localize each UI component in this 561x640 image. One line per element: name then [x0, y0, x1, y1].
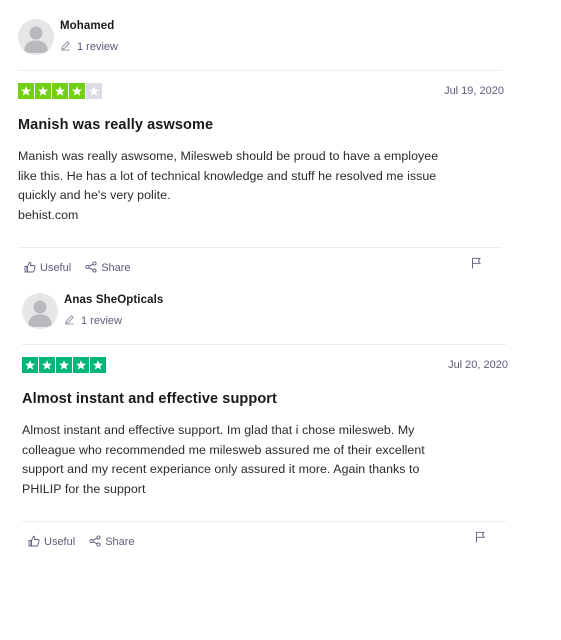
review-count: 1 review [64, 314, 163, 328]
review-title[interactable]: Almost instant and effective support [22, 391, 508, 407]
share-button[interactable]: Share [85, 261, 131, 276]
review-body-line: Manish was really aswsome, Milesweb shou… [18, 149, 439, 163]
star-icon [35, 83, 51, 99]
review-actions: Useful Share [18, 256, 504, 280]
star-icon [90, 357, 106, 373]
share-icon [89, 535, 105, 550]
useful-label: Useful [44, 536, 76, 549]
review-body-line: support and my recent experiance only as… [22, 462, 420, 477]
share-icon [85, 261, 101, 276]
reviewer-info: Anas SheOpticals 1 review [22, 288, 508, 334]
review-body: Almost instant and effective support. Im… [22, 421, 508, 499]
star-rating [22, 357, 106, 373]
review-card: Mohamed 1 review Jul 19, 2020 Manish was… [18, 14, 504, 280]
star-rating [18, 83, 102, 99]
review-title[interactable]: Manish was really aswsome [18, 117, 504, 133]
review-body-line: colleague who recommended me milesweb as… [22, 442, 425, 457]
divider [18, 247, 502, 249]
review-body: Manish was really aswsome, Milesweb shou… [18, 147, 504, 225]
review-count: 1 review [60, 40, 118, 54]
share-label: Share [101, 262, 131, 275]
avatar-icon[interactable] [22, 293, 58, 329]
review-body-line: Almost instant and effective support. Im… [22, 423, 415, 437]
review-meta: Jul 20, 2020 [22, 351, 508, 379]
review-actions: Useful Share [22, 530, 508, 554]
divider [18, 70, 502, 71]
useful-button[interactable]: Useful [24, 261, 71, 276]
review-meta: Jul 19, 2020 [18, 77, 504, 105]
review-card: Anas SheOpticals 1 review Jul 20, 2020 A… [22, 288, 508, 554]
pencil-icon [64, 314, 75, 328]
review-body-line: behist.com [18, 207, 79, 222]
star-icon [22, 357, 38, 373]
thumbs-up-icon [24, 261, 40, 276]
star-icon [69, 83, 85, 99]
star-icon [52, 83, 68, 99]
useful-label: Useful [40, 262, 72, 275]
star-icon [86, 83, 102, 99]
star-icon [56, 357, 72, 373]
reviewer-info: Mohamed 1 review [18, 14, 504, 60]
star-icon [73, 357, 89, 373]
review-body-line: quickly and he's very polite. [18, 188, 171, 203]
review-date: Jul 19, 2020 [444, 85, 504, 97]
reviewer-name[interactable]: Anas SheOpticals [64, 294, 163, 306]
star-icon [18, 83, 34, 99]
pencil-icon [60, 40, 71, 54]
review-date: Jul 20, 2020 [448, 359, 508, 371]
thumbs-up-icon [28, 535, 44, 550]
flag-icon[interactable] [471, 256, 482, 274]
share-button[interactable]: Share [89, 535, 135, 550]
review-count-text: 1 review [81, 315, 122, 327]
reviewer-name[interactable]: Mohamed [60, 20, 118, 32]
flag-icon[interactable] [475, 530, 486, 548]
review-body-line: like this. He has a lot of technical kno… [18, 168, 437, 183]
avatar-icon[interactable] [18, 19, 54, 55]
divider [22, 344, 506, 345]
review-body-line: PHILIP for the support [22, 481, 146, 496]
share-label: Share [105, 536, 135, 549]
star-icon [39, 357, 55, 373]
review-count-text: 1 review [77, 41, 118, 53]
divider [22, 521, 506, 523]
useful-button[interactable]: Useful [28, 535, 75, 550]
